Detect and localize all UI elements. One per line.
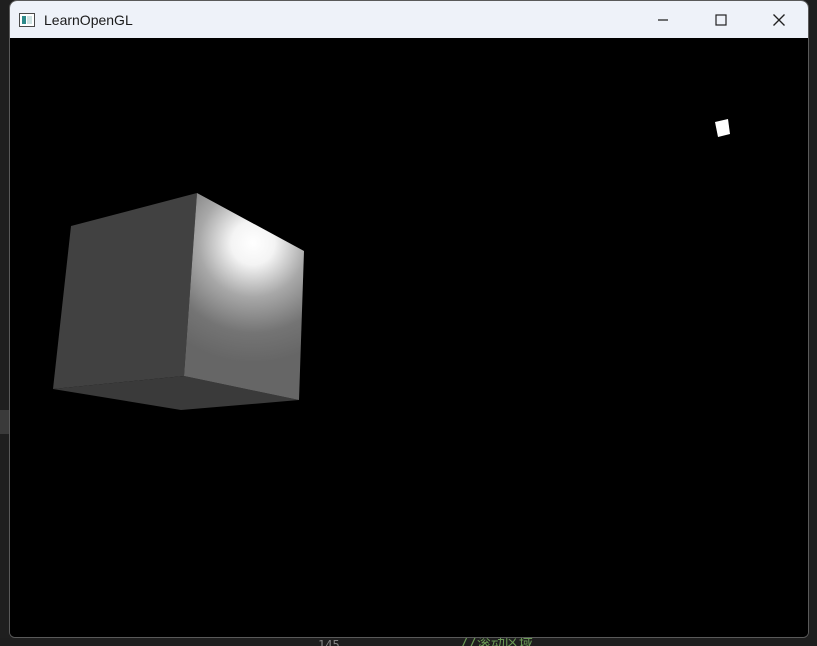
cube-left-face xyxy=(53,193,197,389)
maximize-icon xyxy=(715,13,727,26)
render-viewport[interactable] xyxy=(10,38,808,637)
light-source-cube xyxy=(715,119,730,137)
minimize-button[interactable] xyxy=(634,1,692,38)
background-editor-bottom xyxy=(0,638,817,646)
title-bar[interactable]: LearnOpenGL xyxy=(10,1,808,38)
minimize-icon xyxy=(658,18,668,21)
background-editor-marker xyxy=(0,410,9,434)
window-controls xyxy=(634,1,808,38)
background-editor-edge xyxy=(809,0,817,646)
cube-right-face xyxy=(184,193,304,400)
maximize-button[interactable] xyxy=(692,1,750,38)
background-line-number: 145 xyxy=(318,638,340,646)
scene-canvas xyxy=(53,119,730,410)
window-title: LearnOpenGL xyxy=(44,11,133,28)
app-window: LearnOpenGL xyxy=(9,0,809,638)
app-icon xyxy=(19,12,35,27)
cube xyxy=(53,193,304,410)
close-button[interactable] xyxy=(750,1,808,38)
desktop: 145 //滚动区域 LearnOpenGL xyxy=(0,0,817,646)
close-icon xyxy=(773,13,785,26)
